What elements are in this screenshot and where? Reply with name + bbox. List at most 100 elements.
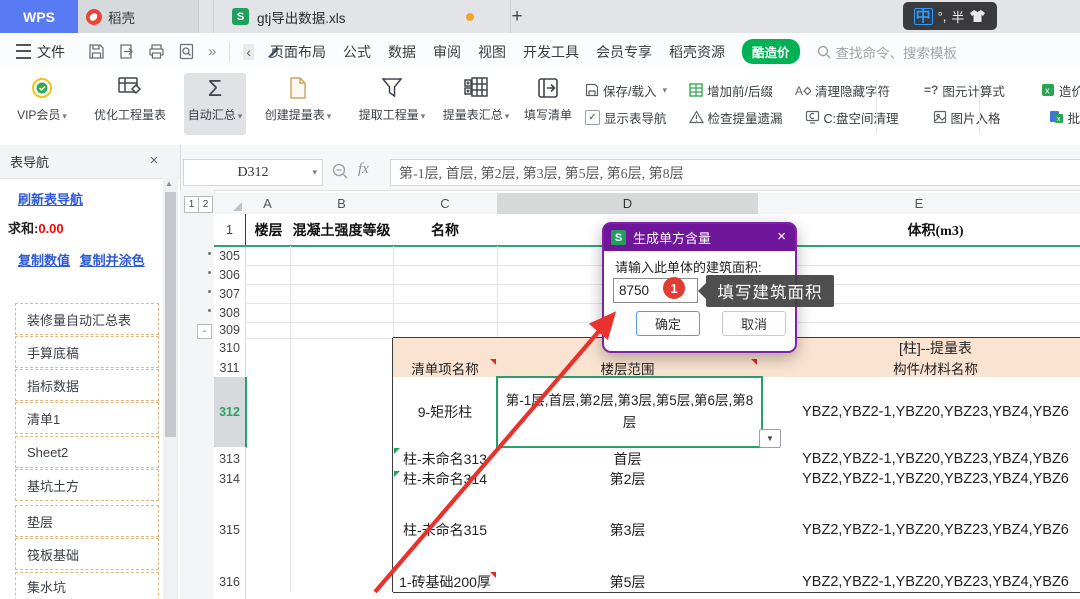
cell-c313[interactable]: 柱-未命名313	[393, 447, 498, 471]
row-header-309[interactable]: 309	[214, 322, 246, 339]
menu-view[interactable]: 视图	[478, 42, 506, 62]
sheet-item-sump[interactable]: 集水坑	[15, 572, 159, 599]
row-header-311[interactable]: 311	[214, 358, 246, 378]
row-header-313[interactable]: 313	[214, 447, 246, 471]
sheet-item-index-data[interactable]: 指标数据	[15, 369, 159, 401]
cell-e311[interactable]: 构件/材料名称	[758, 358, 1080, 378]
quantity-table-summary-button[interactable]: 提量表汇总▾	[434, 73, 518, 135]
menu-member[interactable]: 会员专享	[596, 42, 652, 62]
command-search[interactable]: 查找命令、搜索模板	[817, 42, 958, 62]
cell-e313[interactable]: YBZ2,YBZ2-1,YBZ20,YBZ23,YBZ4,YBZ6	[758, 447, 1080, 471]
menu-docer-resources[interactable]: 稻壳资源	[669, 42, 725, 62]
export-icon[interactable]	[118, 43, 135, 60]
print-icon[interactable]	[148, 43, 165, 60]
more-commands-icon[interactable]: »	[208, 43, 216, 60]
sheet-item-cushion[interactable]: 垫层	[15, 505, 159, 537]
dialog-close-icon[interactable]: ×	[777, 228, 786, 245]
cell-c316[interactable]: 1-砖基础200厚	[393, 571, 498, 593]
create-quantity-table-button[interactable]: 创建提量表▾	[250, 73, 346, 135]
extract-quantity-button[interactable]: 提取工程量▾	[350, 73, 434, 135]
sheet-item-decoration-summary[interactable]: 装修量自动汇总表	[15, 303, 159, 335]
cell-e316[interactable]: YBZ2,YBZ2-1,YBZ20,YBZ23,YBZ4,YBZ6	[758, 571, 1080, 593]
floor-area-input[interactable]	[613, 278, 698, 303]
cell-d316[interactable]: 第5层	[497, 571, 759, 593]
cell-c315[interactable]: 柱-未命名315	[393, 488, 498, 572]
cell-d314[interactable]: 第2层	[497, 470, 759, 489]
auto-summary-button[interactable]: Σ 自动汇总▾	[184, 73, 246, 135]
row-header-308[interactable]: 308	[214, 303, 246, 323]
cell-dropdown-button[interactable]: ▼	[759, 429, 781, 448]
menu-review[interactable]: 审阅	[433, 42, 461, 62]
select-all-corner[interactable]	[214, 193, 246, 215]
cancel-button[interactable]: 取消	[722, 311, 786, 336]
cell-d315[interactable]: 第3层	[497, 488, 759, 572]
cell-c312[interactable]: 9-矩形柱	[393, 377, 498, 448]
copy-values-link[interactable]: 复制数值	[18, 253, 70, 268]
batch-cad-button[interactable]: x 批量CAD	[1049, 108, 1080, 127]
cell-b1[interactable]: 混凝土强度等级	[290, 214, 394, 247]
check-omission-button[interactable]: 检查提量遗漏	[689, 108, 783, 127]
menu-kuzaojia-pill[interactable]: 酷造价	[742, 39, 800, 64]
cell-e314[interactable]: YBZ2,YBZ2-1,YBZ20,YBZ23,YBZ4,YBZ6	[758, 470, 1080, 489]
cell-c311[interactable]: 清单项名称	[393, 358, 498, 378]
menu-dev-tools[interactable]: 开发工具	[523, 42, 579, 62]
menu-file[interactable]: 文件	[16, 33, 65, 70]
row-header-317[interactable]	[214, 592, 246, 599]
add-prefix-suffix-button[interactable]: 增加前/后缀	[689, 81, 773, 100]
close-icon[interactable]: ×	[144, 150, 164, 170]
column-header-c[interactable]: C	[393, 193, 498, 215]
copy-paint-link[interactable]: 复制并涂色	[80, 253, 145, 268]
formula-input[interactable]: 第-1层, 首层, 第2层, 第3层, 第5层, 第6层, 第8层	[390, 159, 1080, 186]
row-header-310[interactable]: 310	[214, 338, 246, 359]
row-header-307[interactable]: 307	[214, 284, 246, 304]
row-header-312[interactable]: 312	[214, 377, 247, 448]
sheet-item-list1[interactable]: 清单1	[15, 402, 159, 434]
fill-list-button[interactable]: 填写清单	[520, 73, 576, 135]
wps-menu-button[interactable]: WPS	[0, 0, 78, 33]
cell-a1[interactable]: 楼层	[245, 214, 292, 247]
show-nav-checkbox[interactable]: ✓ 显示表导航	[585, 108, 667, 127]
vip-member-button[interactable]: VIP会员▾	[8, 73, 76, 135]
cell-e1[interactable]: 体积(m3)	[758, 214, 1080, 247]
sheet-item-pit-earthwork[interactable]: 基坑土方	[15, 469, 159, 501]
sidebar-scrollbar-thumb[interactable]	[165, 192, 176, 437]
row-header-305[interactable]: 305	[214, 246, 246, 266]
row-header-1[interactable]: 1	[214, 214, 246, 247]
tab-docer[interactable]: 稻壳	[78, 0, 199, 33]
collapse-tab-icon[interactable]: ‹	[243, 44, 254, 60]
sheet-item-raft-foundation[interactable]: 筏板基础	[15, 538, 159, 570]
outline-level-2-button[interactable]: 2	[198, 196, 213, 213]
save-icon[interactable]	[88, 43, 105, 60]
cell-d313[interactable]: 首层	[497, 447, 759, 471]
input-method-indicator[interactable]: 中 °, 半	[903, 2, 997, 30]
element-formula-button[interactable]: =? 图元计算式	[924, 81, 1005, 100]
c-drive-cleanup-button[interactable]: C:盘空间清理	[805, 108, 899, 127]
row-header-315[interactable]: 315	[214, 488, 246, 572]
outline-level-1-button[interactable]: 1	[184, 196, 199, 213]
row-header-316[interactable]: 316	[214, 571, 246, 593]
cell-e312[interactable]: YBZ2,YBZ2-1,YBZ20,YBZ23,YBZ4,YBZ6	[758, 377, 1080, 448]
print-preview-icon[interactable]	[178, 43, 195, 60]
cell-e315[interactable]: YBZ2,YBZ2-1,YBZ20,YBZ23,YBZ4,YBZ6	[758, 488, 1080, 572]
sheet-item-manual-draft[interactable]: 手算底稿	[15, 336, 159, 368]
menu-formulas[interactable]: 公式	[343, 42, 371, 62]
menu-page-layout[interactable]: 页面布局	[270, 42, 326, 62]
column-header-e[interactable]: E	[758, 193, 1080, 215]
row-header-306[interactable]: 306	[214, 265, 246, 285]
sheet-item-sheet2[interactable]: Sheet2	[15, 436, 159, 468]
save-load-button[interactable]: 保存/载入▾	[585, 81, 667, 100]
cell-c314[interactable]: 柱-未命名314	[393, 470, 498, 489]
cell-d311[interactable]: 楼层范围	[497, 358, 759, 378]
column-header-d[interactable]: D	[497, 193, 759, 216]
column-header-a[interactable]: A	[245, 193, 291, 215]
column-header-b[interactable]: B	[290, 193, 394, 215]
scroll-up-icon[interactable]: ▲	[165, 179, 173, 188]
ok-button[interactable]: 确定	[636, 311, 700, 336]
selected-cell-d312[interactable]: 第-1层,首层,第2层,第3层,第5层,第6层,第8层	[496, 376, 763, 448]
cell-name-box[interactable]: D312 ▾	[183, 159, 323, 186]
cell-c1[interactable]: 名称	[393, 214, 498, 247]
zoom-out-icon[interactable]	[332, 163, 349, 180]
outline-collapse-button[interactable]: -	[197, 324, 212, 339]
image-to-cell-button[interactable]: 图片入格	[933, 108, 1001, 127]
cell-e310[interactable]: [柱]--提量表	[758, 338, 1080, 359]
